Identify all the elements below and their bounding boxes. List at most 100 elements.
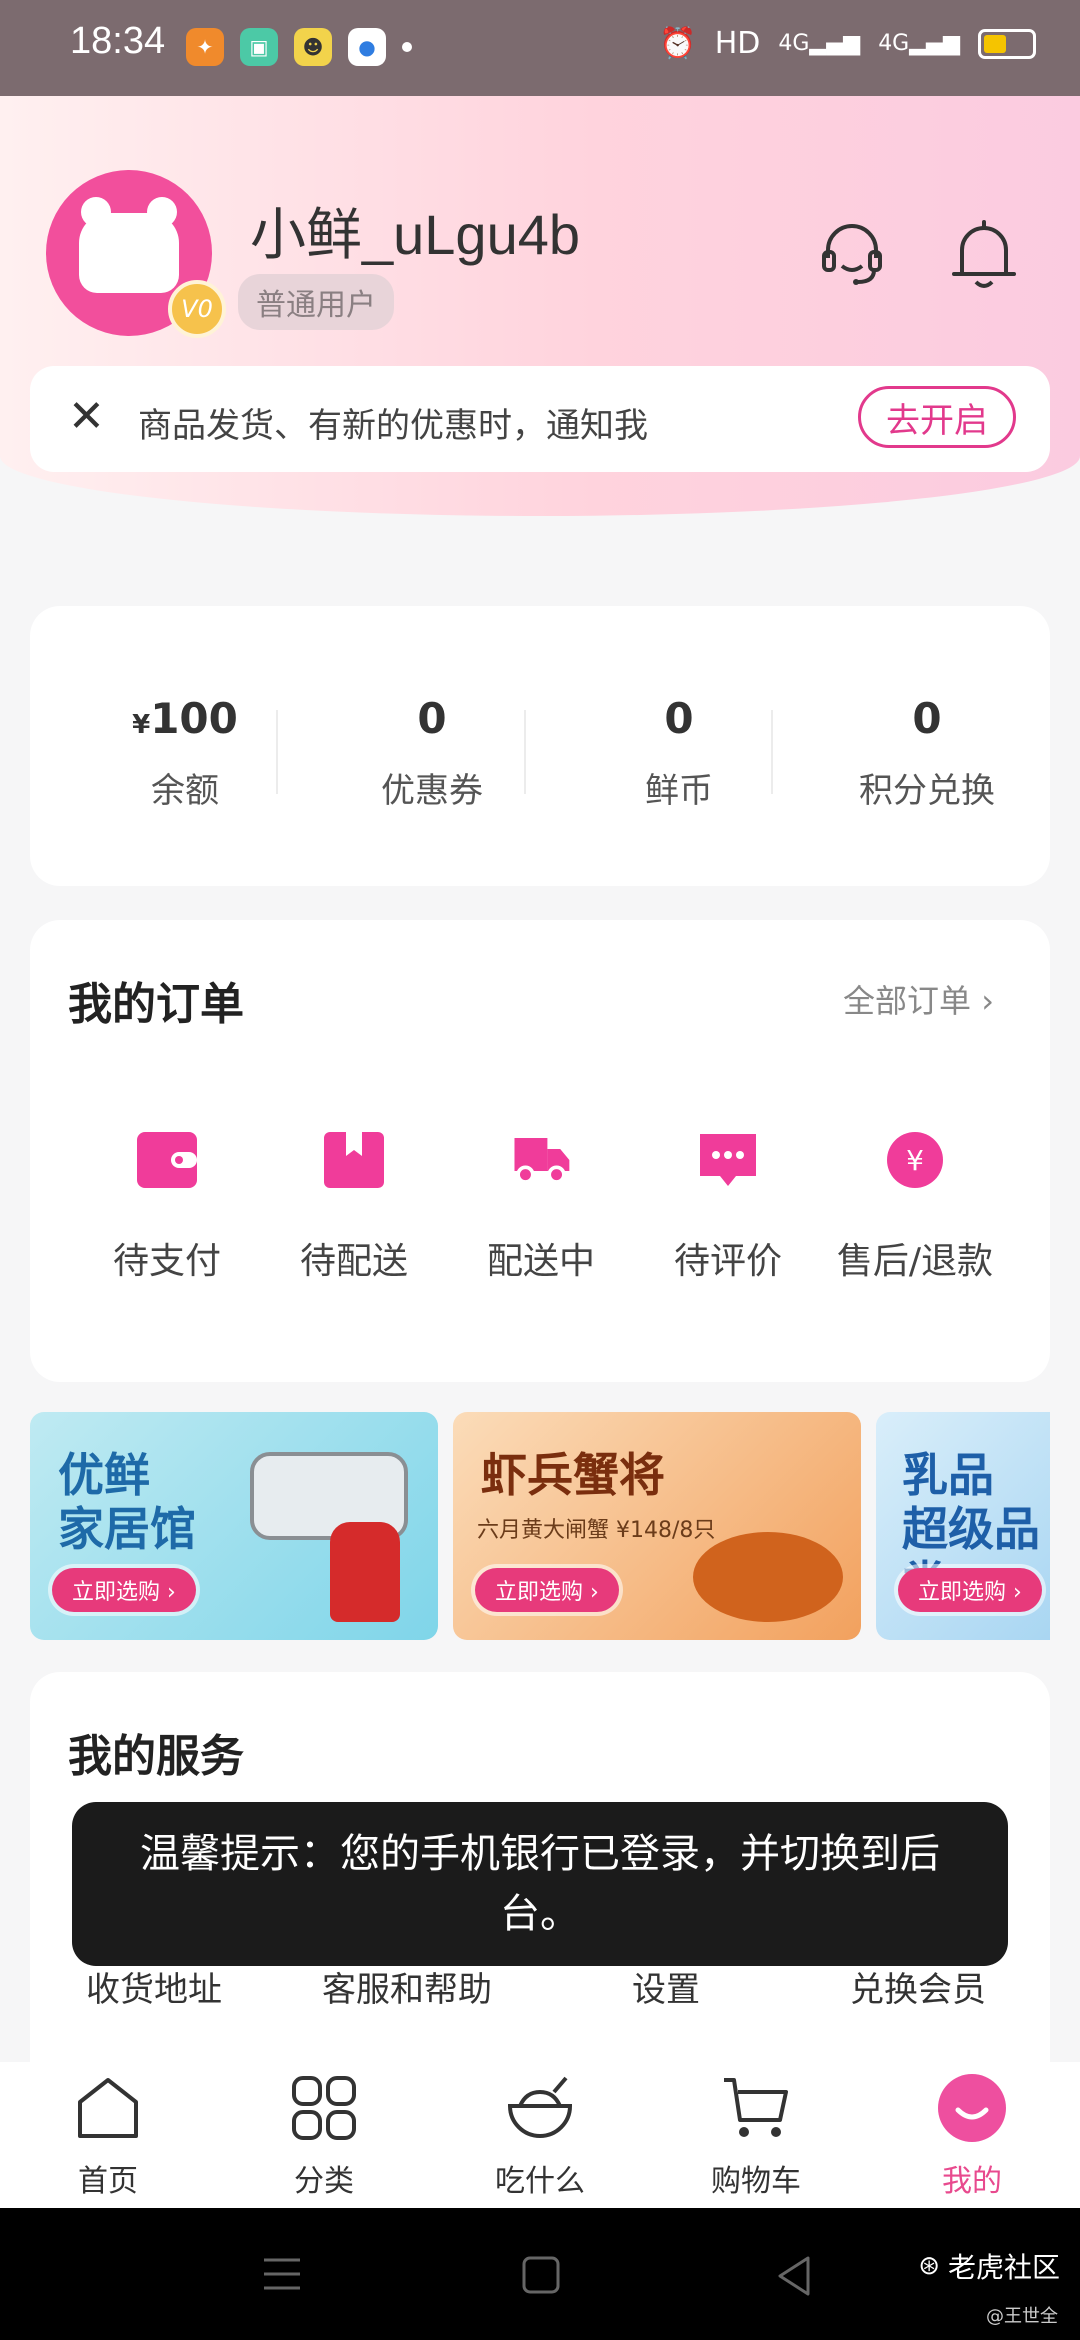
back-icon[interactable] [776,2256,812,2296]
gallery-app-icon: ▣ [240,28,278,66]
order-label: 待评价 [673,1241,782,1282]
system-navigation-bar: ⊛ 老虎社区 @王世全 [0,2208,1080,2340]
status-time: 18:34 [70,20,166,62]
banner-dairy[interactable]: 乳品 超级品类 立即选购 › [876,1412,1050,1640]
network-label: HD [714,26,761,61]
crab-illustration [693,1532,843,1622]
divider [771,710,773,794]
bottom-tab-bar: 首页 分类 吃什么 购物车 我的 [0,2062,1080,2208]
order-label: 待配送 [299,1241,408,1282]
stat-value: 100 [150,694,238,743]
more-notifications-icon [402,42,412,52]
stat-coupons[interactable]: 0 优惠券 [307,694,557,812]
banner-shop-button[interactable]: 立即选购 › [475,1568,619,1612]
customer-service-icon[interactable] [816,218,888,290]
service-settings[interactable]: 设置 [632,1962,700,2011]
refund-icon: ¥ [887,1132,943,1188]
my-orders-card: 我的订单 全部订单 › 待支付 待配送 配送中 待评价 ¥ 售后/退款 [30,920,1050,1382]
banner-home-living[interactable]: 优鲜 家居馆 立即选购 › [30,1412,438,1640]
coin-app-icon: ☻ [294,28,332,66]
username[interactable]: 小鲜_uLgu4b [250,190,580,271]
divider [524,710,526,794]
comment-icon [700,1134,756,1186]
tab-label: 吃什么 [495,2164,585,2199]
browser-app-icon: ● [348,28,386,66]
svg-text:¥: ¥ [906,1144,924,1177]
home-button-icon[interactable] [522,2256,560,2294]
watermark: ⊛ 老虎社区 [918,2246,1060,2286]
toast-message: 温馨提示：您的手机银行已登录，并切换到后台。 [72,1802,1008,1966]
service-shipping-address[interactable]: 收货地址 [86,1962,222,2011]
menu-icon[interactable] [262,2256,302,2292]
banner-title: 优鲜 家居馆 [58,1448,196,1556]
notification-banner: ✕ 商品发货、有新的优惠时，通知我 去开启 [30,366,1050,472]
watermark-name: 老虎社区 [947,2251,1060,2284]
stat-label: 余额 [151,771,219,811]
grid-icon [292,2076,356,2140]
tab-label: 购物车 [711,2164,801,2199]
cart-icon [724,2078,788,2137]
currency-symbol: ¥ [132,710,151,740]
tab-label: 分类 [294,2164,354,2199]
tab-mine[interactable]: 我的 [864,2072,1080,2200]
banner-shop-button[interactable]: 立即选购 › [898,1568,1042,1612]
close-icon[interactable]: ✕ [68,392,105,442]
stat-balance[interactable]: ¥100 余额 [60,694,310,812]
watermark-author: @王世全 [986,2306,1058,2327]
order-pending-payment[interactable]: 待支付 [72,1130,262,1284]
squirrel-app-icon: ✦ [186,28,224,66]
tiger-logo-icon: ⊛ [918,2251,940,2281]
banner-title: 虾兵蟹将 [481,1448,665,1502]
bell-icon[interactable] [948,216,1020,292]
smile-face-icon [938,2074,1006,2142]
notice-text: 商品发货、有新的优惠时，通知我 [138,406,648,446]
tab-label: 首页 [78,2164,138,2199]
status-bar: 18:34 ✦ ▣ ☻ ● ⏰ HD 4G▂▄▆ 4G▂▄▆ [0,0,1080,96]
package-icon [324,1132,384,1188]
order-pending-review[interactable]: 待评价 [633,1130,823,1284]
services-title: 我的服务 [68,1731,244,1782]
signal-icon-2: 4G▂▄▆ [878,31,960,56]
stat-label: 鲜币 [645,771,713,811]
stat-coins[interactable]: 0 鲜币 [554,694,804,812]
stat-value: 0 [664,694,694,743]
user-level-badge: 普通用户 [238,274,394,330]
detergent-illustration [330,1522,400,1622]
all-orders-link[interactable]: 全部订单 › [843,976,994,1022]
service-help[interactable]: 客服和帮助 [322,1962,492,2011]
tab-what-to-eat[interactable]: 吃什么 [432,2072,648,2200]
order-label: 配送中 [486,1241,595,1282]
enable-notification-button[interactable]: 去开启 [858,386,1016,448]
bear-face-icon [79,197,179,293]
orders-title: 我的订单 [68,979,244,1030]
wallet-icon [137,1132,197,1188]
banner-subtitle: 六月黄大闸蟹 ¥148/8只 [477,1518,716,1543]
signal-icon: 4G▂▄▆ [778,31,861,56]
banner-shop-button[interactable]: 立即选购 › [52,1568,196,1612]
tab-home[interactable]: 首页 [0,2072,216,2200]
divider [276,710,278,794]
account-stats-card: ¥100 余额 0 优惠券 0 鲜币 0 积分兑换 [30,606,1050,886]
order-label: 待支付 [112,1241,221,1282]
stat-value: 0 [417,694,447,743]
banner-crab[interactable]: 虾兵蟹将 六月黄大闸蟹 ¥148/8只 立即选购 › [453,1412,861,1640]
truck-icon [514,1138,570,1184]
bowl-icon [507,2076,573,2138]
stat-label: 优惠券 [381,771,483,811]
tab-label: 我的 [942,2164,1002,2199]
notification-icons: ✦ ▣ ☻ ● [186,28,412,66]
stat-value: 0 [912,694,942,743]
order-label: 售后/退款 [836,1241,994,1282]
stat-points[interactable]: 0 积分兑换 [802,694,1052,812]
alarm-icon: ⏰ [659,26,697,61]
service-redeem-membership[interactable]: 兑换会员 [850,1962,986,2011]
home-icon [78,2078,138,2138]
status-indicators: ⏰ HD 4G▂▄▆ 4G▂▄▆ [659,26,1036,61]
order-after-sales[interactable]: ¥ 售后/退款 [820,1130,1010,1284]
order-in-delivery[interactable]: 配送中 [446,1130,636,1284]
order-pending-delivery[interactable]: 待配送 [259,1130,449,1284]
stat-label: 积分兑换 [859,771,995,811]
tab-category[interactable]: 分类 [216,2072,432,2200]
vip-badge: V0 [168,280,226,338]
tab-cart[interactable]: 购物车 [648,2072,864,2200]
